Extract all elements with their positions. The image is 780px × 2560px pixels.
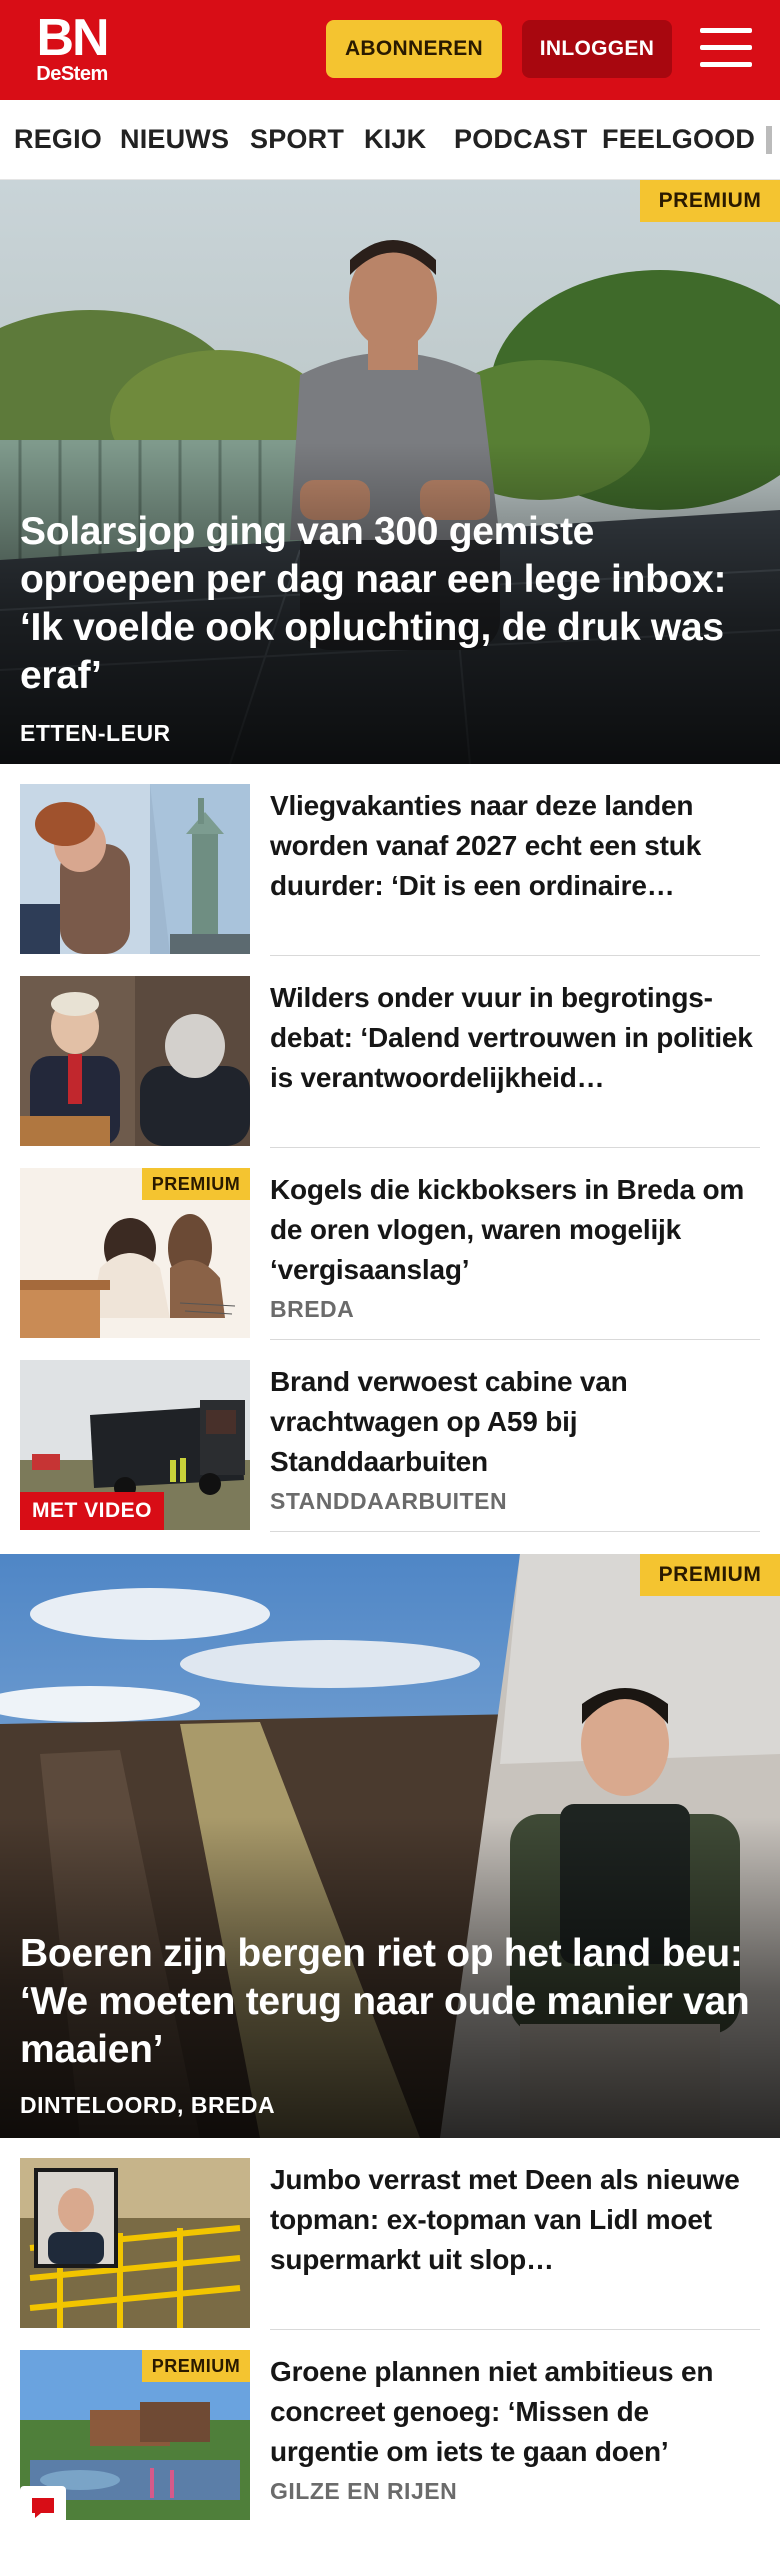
nav-item-nieuws[interactable]: NIEUWS xyxy=(120,124,229,155)
list-item-4-title[interactable]: Brand verwoest cabine van vrachtwagen op… xyxy=(270,1362,760,1482)
list-item-2[interactable]: Wilders onder vuur in begrotings­debat: … xyxy=(0,956,780,1148)
list-item-5-title[interactable]: Jumbo verrast met Deen als nieuwe topman… xyxy=(270,2160,760,2280)
list-item-3-thumbnail: PREMIUM xyxy=(20,1168,250,1338)
list-item-4-location: STANDDAARBUITEN xyxy=(270,1488,508,1514)
list-item-6[interactable]: PREMIUM Groene plannen niet ambitieus en… xyxy=(0,2330,780,2560)
list-item-6-location: GILZE EN RIJEN xyxy=(270,2478,458,2504)
list-item-4[interactable]: MET VIDEO Brand verwoest cabine van vrac… xyxy=(0,1340,780,1532)
list-item-3-location: BREDA xyxy=(270,1296,355,1322)
hero-1-location: ETTEN-LEUR xyxy=(20,720,171,746)
list-item-3-title[interactable]: Kogels die kickboksers in Breda om de or… xyxy=(270,1170,760,1290)
hero-1-title[interactable]: Solarsjop ging van 300 gemiste oproepen … xyxy=(20,508,760,700)
list-item-5[interactable]: Jumbo verrast met Deen als nieuwe topman… xyxy=(0,2138,780,2330)
nav-item-sport[interactable]: SPORT xyxy=(250,124,344,155)
section-nav: REGIO NIEUWS SPORT KIJK PODCAST FEELGOOD xyxy=(0,100,780,180)
hero-2-title[interactable]: Boeren zijn bergen riet op het land beu:… xyxy=(20,1930,760,2074)
list-item-4-thumbnail: MET VIDEO xyxy=(20,1360,250,1530)
site-header: BN DeStem ABONNEREN INLOGGEN xyxy=(0,0,780,100)
hero-article-1[interactable]: PREMIUM Solarsjop ging van 300 gemiste o… xyxy=(0,180,780,764)
list-item-1-title[interactable]: Vliegvakanties naar deze landen worden v… xyxy=(270,786,760,906)
nav-item-feelgood[interactable]: FEELGOOD xyxy=(602,124,755,155)
nav-item-regio[interactable]: REGIO xyxy=(14,124,102,155)
site-logo[interactable]: BN DeStem xyxy=(30,9,114,86)
logo-main: BN xyxy=(36,9,109,67)
chat-bubble-icon[interactable] xyxy=(20,2486,66,2530)
premium-badge: PREMIUM xyxy=(142,1168,250,1200)
list-item-1[interactable]: Vliegvakanties naar deze landen worden v… xyxy=(0,764,780,956)
hero-article-2[interactable]: PREMIUM Boeren zijn bergen riet op het l… xyxy=(0,1554,780,2138)
premium-badge: PREMIUM xyxy=(142,2350,250,2382)
list-item-3[interactable]: PREMIUM Kogels die kickboksers in Breda … xyxy=(0,1148,780,1340)
video-badge: MET VIDEO xyxy=(20,1492,165,1530)
hero-2-location: DINTELOORD, BREDA xyxy=(20,2092,276,2118)
premium-badge: PREMIUM xyxy=(640,180,780,222)
list-item-6-title[interactable]: Groene plannen niet ambitieus en concree… xyxy=(270,2352,760,2472)
hamburger-icon[interactable] xyxy=(700,28,752,70)
list-item-2-thumbnail xyxy=(20,976,250,1146)
login-button[interactable]: INLOGGEN xyxy=(522,20,672,78)
logo-sub: DeStem xyxy=(36,63,108,85)
subscribe-button[interactable]: ABONNEREN xyxy=(326,20,502,78)
nav-overflow-indicator xyxy=(766,126,772,154)
nav-item-podcast[interactable]: PODCAST xyxy=(454,124,587,155)
premium-badge: PREMIUM xyxy=(640,1554,780,1596)
list-item-1-thumbnail xyxy=(20,784,250,954)
divider xyxy=(270,1531,760,1532)
list-item-5-thumbnail xyxy=(20,2158,250,2328)
list-item-2-title[interactable]: Wilders onder vuur in begrotings­debat: … xyxy=(270,978,760,1098)
nav-item-kijk[interactable]: KIJK xyxy=(364,124,426,155)
